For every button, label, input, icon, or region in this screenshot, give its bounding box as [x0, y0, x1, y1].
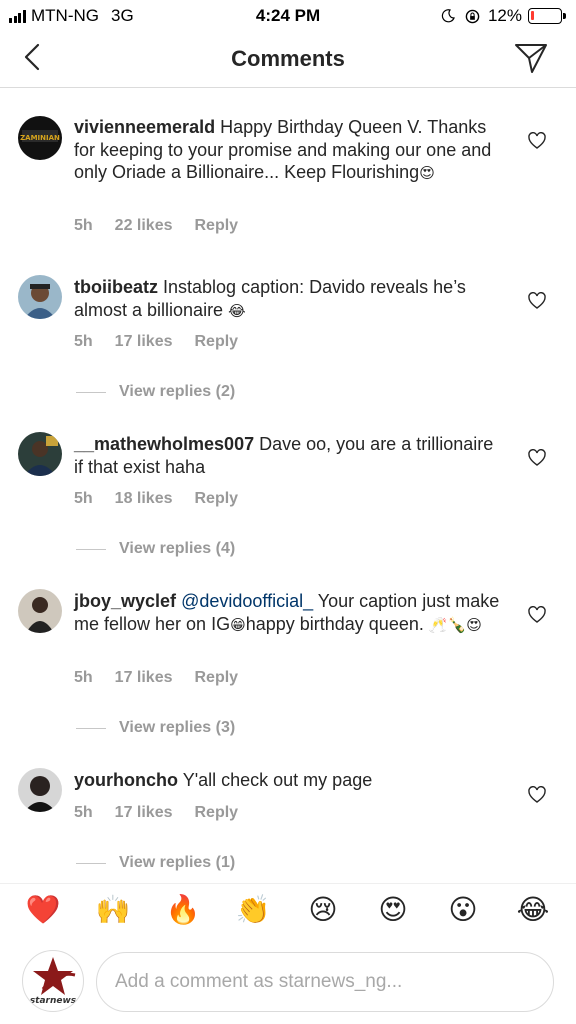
- comment-emoji: 😍: [419, 164, 435, 182]
- heart-eyes-emoji-button[interactable]: 😍: [375, 892, 411, 928]
- svg-text:ZAMINIAN: ZAMINIAN: [20, 134, 60, 142]
- heart-icon[interactable]: [528, 449, 546, 467]
- crying-emoji-button[interactable]: 😢: [305, 892, 341, 928]
- comment-time: 5h: [74, 333, 93, 350]
- comment-likes[interactable]: 17 likes: [115, 333, 173, 351]
- view-replies-button[interactable]: View replies (3): [76, 719, 235, 737]
- comment-meta: 5h 17 likes Reply: [74, 333, 260, 351]
- quick-reactions-bar: ❤️ 🙌 🔥 👏 😢 😍 😮 😂: [0, 883, 576, 935]
- laughing-emoji-button[interactable]: 😂: [515, 892, 551, 928]
- view-replies-label: View replies (3): [119, 719, 236, 736]
- avatar-label: starnews: [29, 996, 77, 1006]
- moon-icon: [441, 9, 455, 23]
- view-replies-button[interactable]: View replies (2): [76, 383, 235, 401]
- heart-icon[interactable]: [528, 786, 546, 804]
- view-replies-button[interactable]: View replies (1): [76, 854, 235, 872]
- comment-username[interactable]: vivienneemerald: [74, 117, 215, 137]
- heart-icon[interactable]: [528, 132, 546, 150]
- comment-emoji: 😁: [230, 615, 246, 634]
- comment-composer: starnews: [0, 940, 576, 1024]
- heart-emoji-button[interactable]: ❤️: [25, 892, 61, 928]
- avatar[interactable]: [18, 275, 62, 319]
- comment-likes[interactable]: 22 likes: [115, 217, 173, 235]
- clap-emoji-button[interactable]: 👏: [235, 892, 271, 928]
- comment-username[interactable]: jboy_wyclef: [74, 591, 176, 611]
- view-replies-label: View replies (4): [119, 540, 236, 557]
- comment-time: 5h: [74, 490, 93, 507]
- fire-emoji-button[interactable]: 🔥: [165, 892, 201, 928]
- comment-meta: 5h 18 likes Reply: [74, 490, 260, 508]
- comment-username[interactable]: tboiibeatz: [74, 277, 158, 297]
- comment-time: 5h: [74, 804, 93, 821]
- raised-hands-emoji-button[interactable]: 🙌: [95, 892, 131, 928]
- comment-time: 5h: [74, 669, 93, 686]
- divider: [76, 548, 106, 550]
- comment-likes[interactable]: 17 likes: [115, 669, 173, 687]
- comment-text: yourhoncho Y'all check out my page: [74, 769, 504, 792]
- page-title: Comments: [231, 46, 345, 71]
- avatar[interactable]: [18, 589, 62, 633]
- avatar[interactable]: [18, 432, 62, 476]
- comment-meta: 5h 17 likes Reply: [74, 669, 260, 687]
- battery-icon: [528, 8, 566, 24]
- comment-meta: 5h 22 likes Reply: [74, 217, 260, 235]
- comment-username[interactable]: yourhoncho: [74, 770, 178, 790]
- comment-time: 5h: [74, 217, 93, 234]
- paper-plane-icon[interactable]: [514, 42, 548, 74]
- status-bar: MTN-NG 3G 4:24 PM 12%: [0, 0, 576, 30]
- battery-percent: 12%: [487, 6, 522, 25]
- comment-meta: 5h 17 likes Reply: [74, 804, 260, 822]
- avatar[interactable]: ZAMINIAN: [18, 116, 62, 160]
- reply-button[interactable]: Reply: [195, 804, 239, 822]
- comment-input[interactable]: [96, 952, 554, 1012]
- view-replies-button[interactable]: View replies (4): [76, 540, 235, 558]
- reply-button[interactable]: Reply: [195, 217, 239, 235]
- divider: [76, 727, 106, 729]
- rotation-lock-icon: [465, 9, 480, 23]
- avatar[interactable]: [18, 768, 62, 812]
- divider: [76, 391, 106, 393]
- reply-button[interactable]: Reply: [195, 669, 239, 687]
- comment-text: jboy_wyclef @devidoofficial_ Your captio…: [74, 590, 504, 636]
- heart-icon[interactable]: [528, 606, 546, 624]
- comment-username[interactable]: __mathewholmes007: [74, 434, 254, 454]
- comment-likes[interactable]: 17 likes: [115, 804, 173, 822]
- heart-icon[interactable]: [528, 292, 546, 310]
- comment-text: tboiibeatz Instablog caption: Davido rev…: [74, 276, 504, 322]
- surprised-emoji-button[interactable]: 😮: [445, 892, 481, 928]
- reply-button[interactable]: Reply: [195, 490, 239, 508]
- user-avatar[interactable]: starnews: [22, 950, 84, 1012]
- view-replies-label: View replies (2): [119, 383, 236, 400]
- battery-fill: [531, 11, 534, 20]
- divider: [76, 862, 106, 864]
- comment-text: vivienneemerald Happy Birthday Queen V. …: [74, 116, 504, 185]
- comment-likes[interactable]: 18 likes: [115, 490, 173, 508]
- view-replies-label: View replies (1): [119, 854, 236, 871]
- comment-text: __mathewholmes007 Dave oo, you are a tri…: [74, 433, 504, 478]
- comment-message-cont: happy birthday queen.: [245, 613, 424, 634]
- reply-button[interactable]: Reply: [195, 333, 239, 351]
- comment-emoji: 😂: [228, 301, 246, 320]
- comment-message: Y'all check out my page: [182, 770, 373, 790]
- status-right: 12%: [441, 6, 566, 26]
- comment-emoji-end: 🥂🍾😍: [428, 615, 482, 634]
- mention-link[interactable]: @devidoofficial_: [181, 591, 313, 611]
- header: Comments: [0, 30, 576, 88]
